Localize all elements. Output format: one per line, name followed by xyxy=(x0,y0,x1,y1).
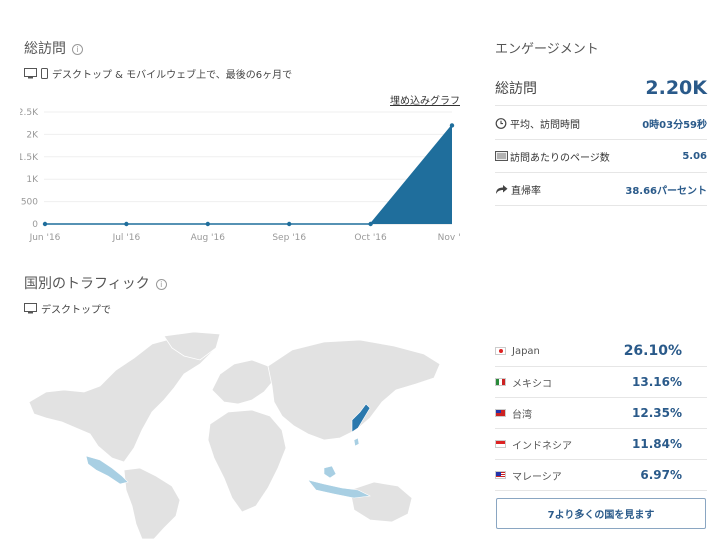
country-row-japan[interactable]: Japan 26.10% xyxy=(495,336,707,367)
chart-x-tick-label: Nov '1 xyxy=(438,233,460,243)
country-row-indonesia[interactable]: インドネシア 11.84% xyxy=(495,429,707,460)
country-name: マレーシア xyxy=(512,471,562,483)
engagement-row-label: 訪問あたりのページ数 xyxy=(510,152,610,164)
engagement-row-label: 平均、訪問時間 xyxy=(510,119,580,131)
engagement-row-label: 直帰率 xyxy=(511,185,541,197)
pages-icon xyxy=(495,151,508,161)
chart-point xyxy=(449,123,455,128)
chart-point xyxy=(124,221,129,227)
engagement-total-row: 総訪問 2.20K xyxy=(495,70,707,106)
engagement-total-label: 総訪問 xyxy=(495,80,537,97)
flag-japan-icon xyxy=(495,347,506,355)
country-pct: 13.16% xyxy=(632,375,682,389)
engagement-row-value: 5.06 xyxy=(682,150,707,162)
chart-x-tick-label: Sep '16 xyxy=(272,233,306,243)
map-africa xyxy=(207,409,287,513)
visits-title: 総訪問 xyxy=(24,41,66,57)
engagement-title: エンゲージメント xyxy=(495,42,599,57)
chart-y-tick-label: 500 xyxy=(21,198,38,208)
country-pct: 11.84% xyxy=(632,437,682,451)
desktop-icon xyxy=(24,68,37,79)
mobile-icon xyxy=(41,68,48,79)
flag-malaysia-icon xyxy=(495,471,506,479)
chart-y-tick-label: 2.5K xyxy=(20,108,39,118)
world-map[interactable] xyxy=(24,330,444,539)
traffic-title: 国別のトラフィック xyxy=(24,276,150,292)
engagement-row-duration: 平均、訪問時間 0時03分59秒 xyxy=(495,107,707,140)
traffic-subtitle: デスクトップで xyxy=(41,305,111,316)
info-icon[interactable]: i xyxy=(72,44,83,55)
bounce-arrow-icon xyxy=(495,184,508,195)
map-malaysia xyxy=(323,465,337,479)
country-pct: 12.35% xyxy=(632,406,682,420)
chart-y-tick-label: 1.5K xyxy=(20,153,39,163)
flag-taiwan-icon xyxy=(495,409,506,417)
visits-chart: 0 500 1K 1.5K 2K 2.5K Jun '16 Jul '16 Aug '16 Sep… xyxy=(18,106,467,246)
map-australia xyxy=(349,481,413,523)
chart-y-tick-label: 2K xyxy=(26,130,39,140)
traffic-subtitle-row: デスクトップで xyxy=(24,301,111,316)
country-name: Japan xyxy=(512,345,540,357)
country-name: 台湾 xyxy=(512,409,532,421)
visits-title-row: 総訪問 i xyxy=(24,38,83,58)
country-row-taiwan[interactable]: 台湾 12.35% xyxy=(495,398,707,429)
map-europe xyxy=(211,359,275,405)
chart-x-tick-label: Aug '16 xyxy=(191,233,226,243)
engagement-row-pages: 訪問あたりのページ数 5.06 xyxy=(495,140,707,173)
more-countries-button[interactable]: 7より多くの国を見ます xyxy=(496,498,706,529)
chart-x-tick-label: Jun '16 xyxy=(29,233,61,243)
country-name: メキシコ xyxy=(512,378,552,390)
country-pct: 6.97% xyxy=(640,468,682,482)
visits-subtitle: デスクトップ & モバイルウェブ上で、最後の6ヶ月で xyxy=(52,70,293,81)
chart-point xyxy=(205,221,210,227)
chart-point xyxy=(368,221,373,227)
engagement-row-value: 0時03分59秒 xyxy=(642,119,707,131)
world-map-svg xyxy=(28,331,441,539)
flag-indonesia-icon xyxy=(495,440,506,448)
chart-area xyxy=(45,125,452,224)
country-pct: 26.10% xyxy=(623,343,682,359)
engagement-row-value: 38.66パーセント xyxy=(625,185,707,197)
chart-x-tick-label: Oct '16 xyxy=(354,233,387,243)
map-south-america xyxy=(123,467,181,539)
chart-point xyxy=(287,221,292,227)
chart-y-tick-label: 1K xyxy=(26,175,39,185)
country-row-malaysia[interactable]: マレーシア 6.97% xyxy=(495,460,707,491)
chart-point xyxy=(42,221,48,227)
country-name: インドネシア xyxy=(512,440,572,452)
chart-x-tick-label: Jul '16 xyxy=(112,233,141,243)
map-taiwan xyxy=(353,437,360,447)
traffic-title-row: 国別のトラフィック i xyxy=(24,273,167,293)
flag-mexico-icon xyxy=(495,378,506,386)
embed-graph-link[interactable]: 埋め込みグラフ xyxy=(390,92,460,107)
engagement-row-bounce: 直帰率 38.66パーセント xyxy=(495,173,707,206)
country-row-mexico[interactable]: メキシコ 13.16% xyxy=(495,367,707,398)
visits-subtitle-row: デスクトップ & モバイルウェブ上で、最後の6ヶ月で xyxy=(24,66,292,81)
info-icon[interactable]: i xyxy=(155,279,167,290)
clock-icon xyxy=(495,117,507,129)
desktop-icon xyxy=(24,303,37,314)
engagement-total-value: 2.20K xyxy=(645,76,707,99)
visits-chart-svg: 0 500 1K 1.5K 2K 2.5K Jun '16 Jul '16 Aug '16 Sep… xyxy=(18,108,467,243)
chart-y-tick-label: 0 xyxy=(32,220,38,230)
